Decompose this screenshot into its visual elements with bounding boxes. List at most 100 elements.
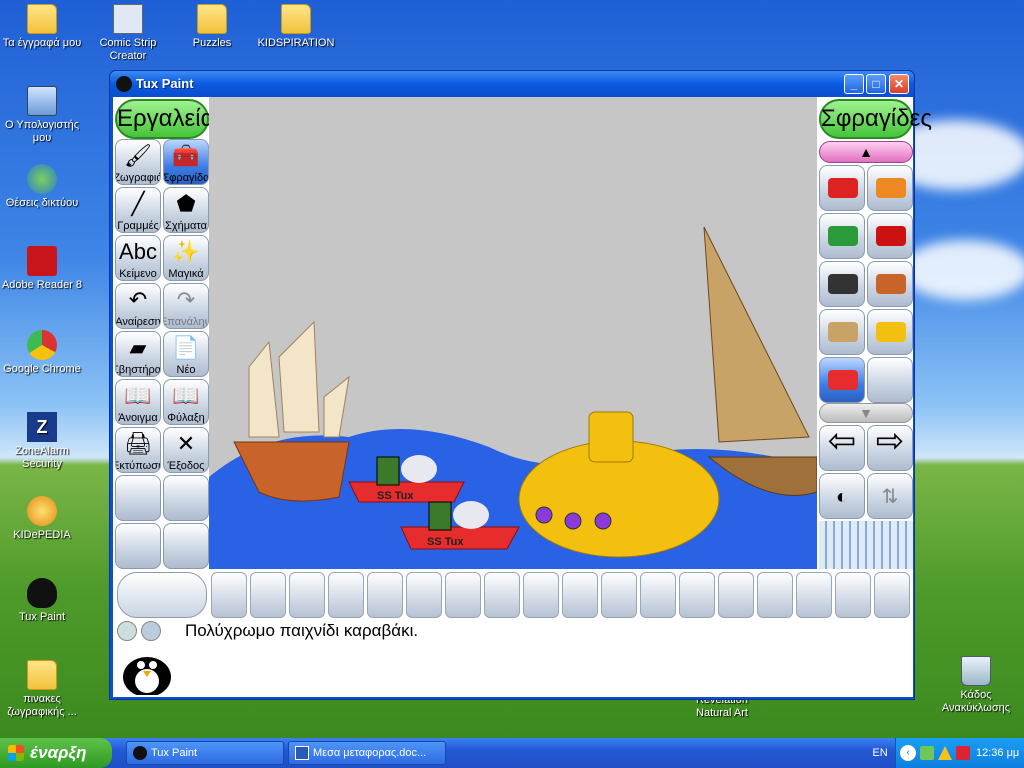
desktop-icon-recycle-bin[interactable]: Κάδος Ανακύκλωσης — [934, 656, 1018, 715]
drawing-canvas[interactable]: SS Tux SS Tux — [209, 97, 817, 569]
folder-icon — [197, 4, 227, 34]
maximize-button[interactable]: □ — [866, 74, 886, 94]
tool-magic-button[interactable]: ✨ Μαγικά — [163, 235, 209, 281]
warning-sign-stamp-button[interactable] — [867, 165, 913, 211]
color-swatch[interactable] — [289, 572, 325, 618]
language-indicator[interactable]: EN — [866, 738, 894, 768]
tool-lines-button[interactable]: ╱ Γραμμές — [115, 187, 161, 233]
stamps-scroll-down-button[interactable]: ▼ — [819, 403, 913, 423]
tool-label: Επανάληψη — [164, 316, 208, 328]
tools-header: Εργαλεία — [115, 99, 214, 139]
color-swatch[interactable] — [679, 572, 715, 618]
color-swatch[interactable] — [796, 572, 832, 618]
color-swatch[interactable] — [562, 572, 598, 618]
double-decker-bus-stamp-button[interactable] — [867, 213, 913, 259]
bus-stamp-button[interactable] — [819, 213, 865, 259]
tool-new-button[interactable]: 📄 Νέο — [163, 331, 209, 377]
tux-boat-stamp-button[interactable] — [819, 357, 865, 403]
desktop-icon-kidepedia[interactable]: KIDePEDIA — [0, 496, 84, 542]
color-swatch[interactable] — [523, 572, 559, 618]
start-button[interactable]: έναρξη — [0, 738, 112, 768]
tux-icon — [133, 746, 147, 760]
submarine-stamp-button[interactable] — [867, 309, 913, 355]
tool-label: Σβηστήρας — [116, 364, 161, 376]
color-swatch[interactable] — [406, 572, 442, 618]
eraser-icon: ▰ — [129, 335, 147, 360]
headphones-icon[interactable] — [141, 621, 161, 641]
comic-strip-icon — [113, 4, 143, 34]
paint-icon: 🖌 — [124, 143, 152, 168]
computer-icon — [27, 86, 57, 116]
stamp-flip-button[interactable]: ⇅ — [867, 473, 913, 519]
desktop-icon-my-documents[interactable]: Τα έγγραφά μου — [0, 4, 84, 50]
train-stamp-icon — [828, 178, 858, 198]
color-swatch[interactable] — [250, 572, 286, 618]
desktop-icon-kidspiration[interactable]: KIDSPIRATION — [254, 4, 338, 50]
desktop-icon-adobe-reader[interactable]: Adobe Reader 8 — [0, 246, 84, 292]
task-label: Tux Paint — [151, 747, 198, 759]
color-swatch[interactable] — [640, 572, 676, 618]
tool-text-button[interactable]: Abc Κείμενο — [115, 235, 161, 281]
submarine — [518, 411, 720, 558]
tool-open-button[interactable]: 📖 Άνοιγμα — [115, 379, 161, 425]
color-swatch[interactable] — [874, 572, 910, 618]
tool-shapes-button[interactable]: ⬟ Σχήματα — [163, 187, 209, 233]
tool-empty-slot — [163, 475, 209, 521]
stamps-scroll-up-button[interactable]: ▲ — [819, 141, 913, 163]
car-stamp-button[interactable] — [819, 261, 865, 307]
color-swatch[interactable] — [484, 572, 520, 618]
sailboat-stamp-button[interactable] — [819, 309, 865, 355]
color-swatch[interactable] — [211, 572, 247, 618]
stamp-flip-left-button[interactable]: ⇦ — [819, 425, 865, 471]
color-swatch[interactable] — [328, 572, 364, 618]
boat-label: SS Tux — [427, 536, 464, 548]
title-bar[interactable]: Tux Paint _ □ ✕ — [110, 71, 914, 97]
close-button[interactable]: ✕ — [889, 74, 909, 94]
tool-eraser-button[interactable]: ▰ Σβηστήρας — [115, 331, 161, 377]
desktop-icon-puzzles[interactable]: Puzzles — [170, 4, 254, 50]
kidepedia-icon — [27, 496, 57, 526]
stamp-flip-right-button[interactable]: ⇨ — [867, 425, 913, 471]
tray-expand-icon[interactable]: ‹ — [900, 745, 916, 761]
tool-label: Μαγικά — [168, 268, 204, 280]
sound-toggle-icon[interactable] — [117, 621, 137, 641]
color-swatch[interactable] — [445, 572, 481, 618]
desktop-icon-network[interactable]: Θέσεις δικτύου — [0, 164, 84, 210]
color-swatch[interactable] — [835, 572, 871, 618]
color-swatch[interactable] — [601, 572, 637, 618]
train-stamp-button[interactable] — [819, 165, 865, 211]
current-color-button[interactable] — [117, 572, 207, 618]
network-tray-icon[interactable] — [920, 746, 934, 760]
color-swatch[interactable] — [367, 572, 403, 618]
desktop-icon-paintings-folder[interactable]: πινακες ζωγραφικής ... — [0, 660, 84, 719]
security-tray-icon[interactable] — [956, 746, 970, 760]
status-message: Πολύχρωμο παιχνίδι καραβάκι. — [185, 621, 419, 640]
tool-save-button[interactable]: 📖 Φύλαξη — [163, 379, 209, 425]
desktop-icon-my-computer[interactable]: Ο Υπολογιστής μου — [0, 86, 84, 145]
desktop-icon-label: Adobe Reader 8 — [1, 279, 83, 291]
tool-quit-button[interactable]: ✕ Έξοδος — [163, 427, 209, 473]
tool-undo-button[interactable]: ↶ Αναίρεση — [115, 283, 161, 329]
warning-tray-icon[interactable] — [938, 746, 952, 760]
tool-redo-button[interactable]: ↷ Επανάληψη — [163, 283, 209, 329]
stamp-size-slider[interactable] — [819, 521, 913, 569]
desktop-icon-zonealarm[interactable]: Z ZoneAlarm Security — [0, 412, 84, 471]
boat-label: SS Tux — [377, 490, 414, 502]
tool-print-button[interactable]: 🖨 Εκτύπωση — [115, 427, 161, 473]
empty-slot-button[interactable] — [867, 357, 913, 403]
tool-paint-button[interactable]: 🖌 Ζωγραφιά — [115, 139, 161, 185]
color-swatch[interactable] — [718, 572, 754, 618]
tool-empty-slot — [115, 475, 161, 521]
tool-stamp-button[interactable]: 🧰 Σφραγίδα — [163, 139, 209, 185]
tool-label: Αναίρεση — [115, 316, 161, 328]
task-word-document[interactable]: Μεσα μεταφορας.doc... — [288, 741, 446, 765]
color-swatch[interactable] — [757, 572, 793, 618]
desktop-icon-comic-strip[interactable]: Comic Strip Creator — [86, 4, 170, 63]
minimize-button[interactable]: _ — [844, 74, 864, 94]
task-tux-paint[interactable]: Tux Paint — [126, 741, 284, 765]
desktop-icon-chrome[interactable]: Google Chrome — [0, 330, 84, 376]
stamp-mirror-button[interactable]: ◐ — [819, 473, 865, 519]
recycle-bin-icon — [961, 656, 991, 686]
desktop-icon-tux-paint[interactable]: Tux Paint — [0, 578, 84, 624]
junk-ship-stamp-button[interactable] — [867, 261, 913, 307]
